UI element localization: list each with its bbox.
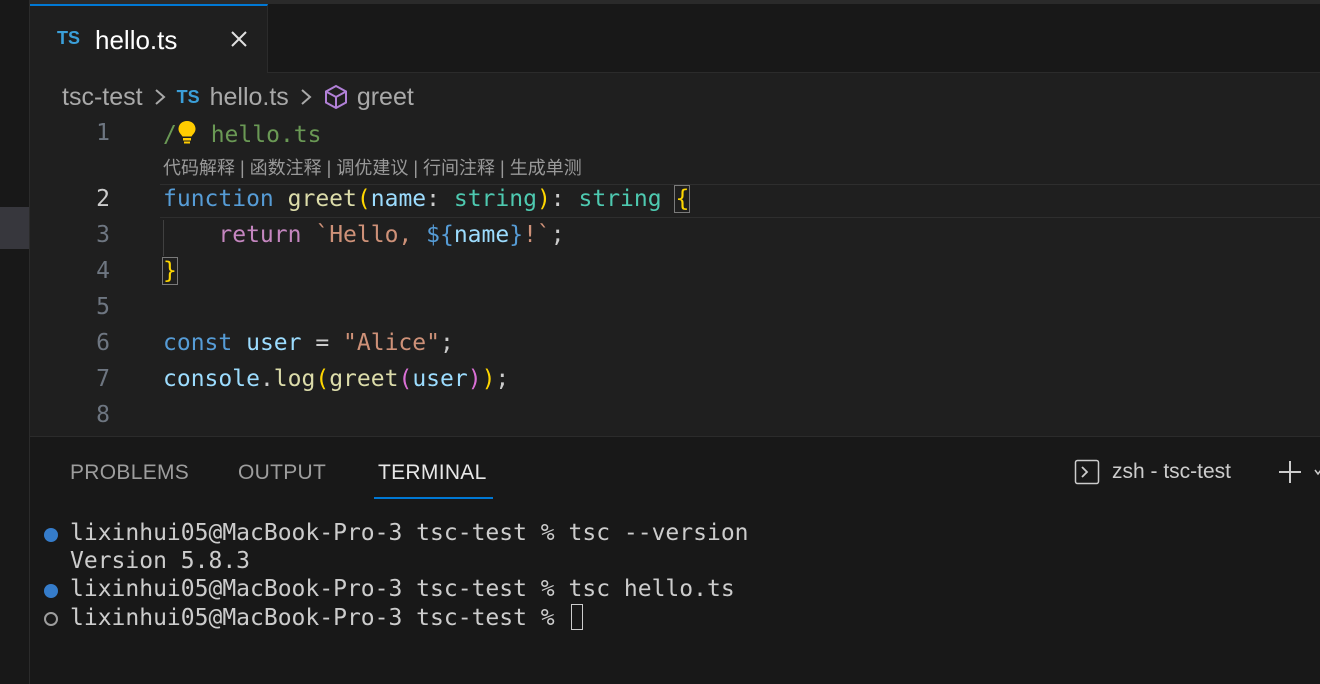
tab-title: hello.ts bbox=[95, 25, 178, 55]
token-object: console bbox=[163, 366, 260, 392]
bottom-panel: PROBLEMS OUTPUT TERMINAL zsh - tsc-test … bbox=[30, 436, 1320, 684]
token-brace-matched: } bbox=[162, 257, 178, 285]
codelens-actions[interactable]: 代码解释 | 函数注释 | 调优建议 | 行间注释 | 生成单测 bbox=[163, 154, 582, 180]
chevron-right-icon bbox=[154, 89, 166, 105]
plus-icon[interactable] bbox=[1277, 459, 1303, 485]
terminal-selector[interactable]: zsh - tsc-test bbox=[1074, 459, 1231, 485]
terminal-line: lixinhui05@MacBook-Pro-3 tsc-test % tsc … bbox=[70, 576, 735, 602]
token-operator: = bbox=[301, 330, 344, 356]
token-interp: ${ bbox=[426, 222, 454, 248]
token-paren: ) bbox=[481, 366, 496, 392]
chevron-down-icon[interactable] bbox=[1314, 467, 1320, 479]
token-function: greet bbox=[287, 186, 357, 212]
token-type: string bbox=[578, 186, 662, 212]
line-number-active: 2 bbox=[96, 186, 110, 212]
tab-output[interactable]: OUTPUT bbox=[238, 461, 326, 485]
command-pending-dot bbox=[44, 612, 58, 626]
line-number: 8 bbox=[96, 402, 110, 428]
token-paren: ( bbox=[315, 366, 330, 392]
terminal-prompt: lixinhui05@MacBook-Pro-3 tsc-test % bbox=[70, 605, 569, 631]
token-variable: user bbox=[246, 330, 302, 356]
command-success-dot[interactable] bbox=[44, 584, 58, 598]
breadcrumb: tsc-test TS hello.ts greet bbox=[62, 80, 414, 114]
lightbulb-icon[interactable] bbox=[177, 120, 197, 144]
breadcrumb-symbol[interactable]: greet bbox=[357, 83, 414, 112]
token-variable: user bbox=[412, 366, 468, 392]
code-line-1: / hello.ts bbox=[163, 120, 321, 148]
code-line-3: return `Hello, ${name}!`; bbox=[163, 222, 565, 248]
token-brace-matched: { bbox=[674, 185, 691, 213]
tab-problems[interactable]: PROBLEMS bbox=[70, 461, 189, 485]
token-paren: ) bbox=[467, 366, 482, 392]
code-line-4: } bbox=[162, 257, 178, 285]
line-number: 5 bbox=[96, 294, 110, 320]
editor-tab-bar: TS hello.ts bbox=[30, 0, 1320, 73]
token-semicolon: ; bbox=[439, 330, 454, 356]
typescript-file-icon: TS bbox=[176, 86, 200, 107]
left-strip bbox=[0, 0, 30, 684]
token-string: `Hello, bbox=[315, 222, 427, 248]
breadcrumb-folder[interactable]: tsc-test bbox=[62, 83, 143, 112]
token-paren: ( bbox=[398, 366, 413, 392]
close-icon[interactable] bbox=[226, 26, 252, 52]
typescript-file-icon: TS bbox=[57, 28, 81, 48]
line-number: 7 bbox=[96, 366, 110, 392]
symbol-method-icon bbox=[324, 84, 347, 110]
token-string: !` bbox=[523, 222, 551, 248]
command-success-dot[interactable] bbox=[44, 528, 58, 542]
line-number: 3 bbox=[96, 222, 110, 248]
token-string: "Alice" bbox=[343, 330, 440, 356]
token-keyword: return bbox=[218, 222, 302, 248]
terminal-prompt-line[interactable]: lixinhui05@MacBook-Pro-3 tsc-test % bbox=[70, 604, 583, 631]
token-interp: } bbox=[509, 222, 524, 248]
token-variable: name bbox=[453, 222, 510, 248]
token-function: greet bbox=[329, 366, 399, 392]
line-number: 1 bbox=[96, 120, 110, 146]
code-line-2: function greet(name: string): string { bbox=[163, 185, 691, 213]
token-colon: : bbox=[550, 186, 579, 212]
token-paren: ( bbox=[356, 186, 371, 212]
chevron-right-icon bbox=[301, 89, 312, 105]
terminal-icon bbox=[1074, 459, 1100, 485]
terminal-line: lixinhui05@MacBook-Pro-3 tsc-test % tsc … bbox=[70, 520, 749, 546]
breadcrumb-file[interactable]: hello.ts bbox=[210, 83, 289, 112]
comment-slash: / bbox=[163, 122, 177, 148]
token-keyword: function bbox=[163, 186, 274, 212]
active-tab-indicator bbox=[374, 497, 493, 499]
code-editor[interactable]: 1 2 3 4 5 6 7 8 / hello.ts 代码解释 | 函数注释 |… bbox=[30, 116, 1320, 436]
token-function: log bbox=[273, 366, 316, 392]
tab-terminal[interactable]: TERMINAL bbox=[378, 461, 487, 485]
line-number: 4 bbox=[96, 258, 110, 284]
token-semicolon: ; bbox=[495, 366, 510, 392]
comment-text: hello.ts bbox=[196, 122, 322, 148]
sidebar-selection-marker bbox=[0, 207, 29, 249]
code-line-6: const user = "Alice"; bbox=[163, 330, 454, 356]
line-number: 6 bbox=[96, 330, 110, 356]
token-semicolon: ; bbox=[550, 222, 565, 248]
token-param: name bbox=[370, 186, 427, 212]
terminal-line: Version 5.8.3 bbox=[70, 548, 251, 574]
token-paren: ) bbox=[536, 186, 551, 212]
token-type: string bbox=[453, 186, 537, 212]
tab-hello-ts[interactable]: TS hello.ts bbox=[30, 4, 268, 73]
terminal-name: zsh - tsc-test bbox=[1112, 460, 1232, 483]
token-dot: . bbox=[259, 366, 274, 392]
terminal-cursor bbox=[570, 604, 583, 630]
token-colon: : bbox=[426, 186, 454, 212]
token-keyword: const bbox=[163, 330, 233, 356]
code-line-7: console.log(greet(user)); bbox=[163, 366, 509, 392]
